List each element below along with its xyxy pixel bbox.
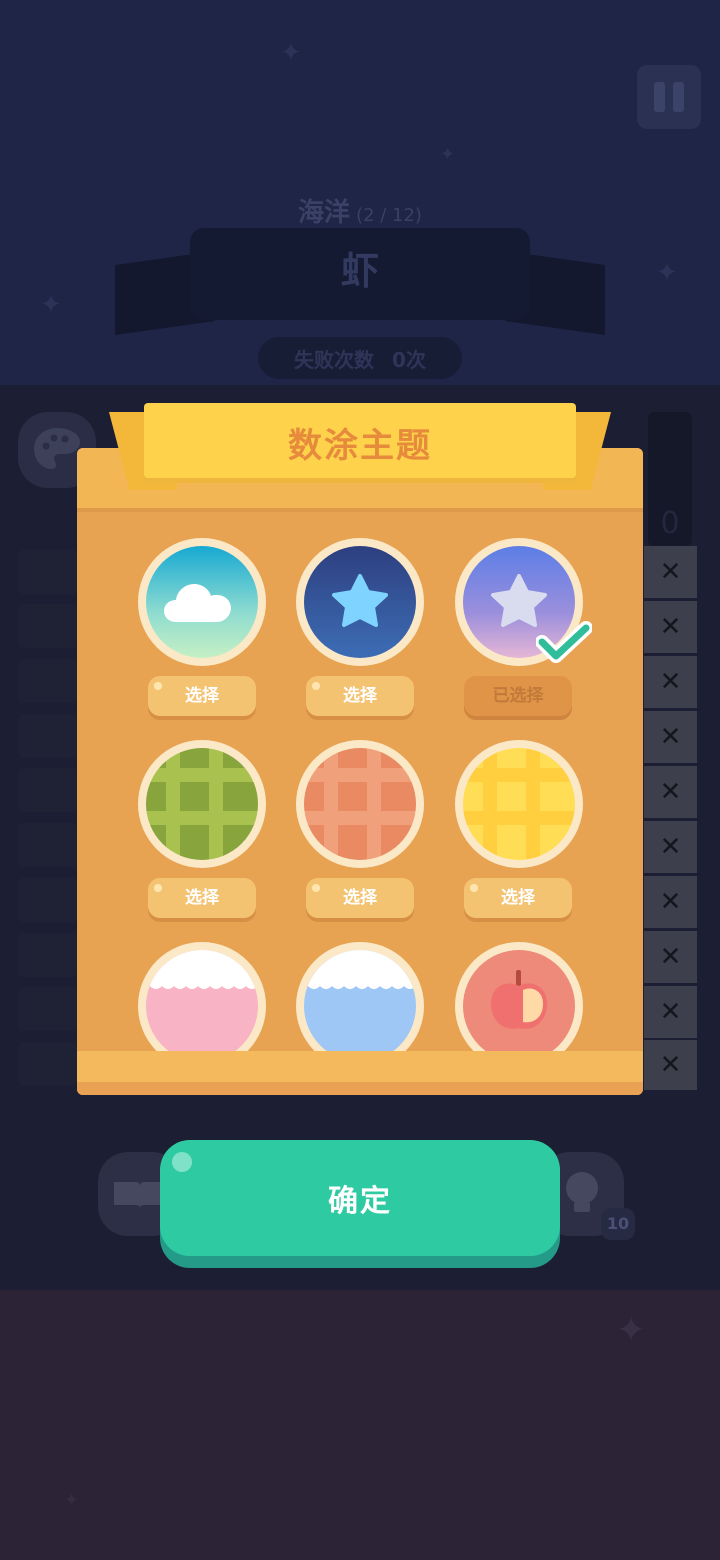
x-mark-icon[interactable]: ✕ — [644, 931, 697, 983]
select-button-theme-2[interactable]: 选择 — [306, 676, 414, 716]
x-mark-icon[interactable]: ✕ — [644, 711, 697, 763]
pause-button[interactable] — [637, 65, 701, 129]
selected-check-icon — [536, 621, 592, 663]
x-mark-icon[interactable]: ✕ — [644, 601, 697, 653]
clue-cell — [18, 823, 78, 867]
bottom-background — [0, 1290, 720, 1560]
select-button-theme-1[interactable]: 选择 — [148, 676, 256, 716]
x-mark-icon[interactable]: ✕ — [644, 986, 697, 1038]
column-clue: 0 — [648, 412, 692, 546]
sparkle-icon: ✦ — [616, 1310, 647, 1351]
x-mark-icon[interactable]: ✕ — [644, 656, 697, 708]
lace-icon — [146, 950, 258, 989]
pause-icon — [654, 82, 665, 112]
x-mark-icon[interactable]: ✕ — [644, 876, 697, 928]
clue-cell — [18, 714, 78, 758]
x-mark-icon[interactable]: ✕ — [644, 546, 697, 598]
level-progress: (2 / 12) — [356, 205, 422, 226]
select-button-theme-6[interactable]: 选择 — [464, 878, 572, 918]
sparkle-icon: ✦ — [64, 1490, 80, 1511]
clue-cell — [18, 987, 78, 1031]
clue-cell — [18, 550, 78, 594]
x-mark-icon[interactable]: ✕ — [644, 821, 697, 873]
clue-cell — [18, 768, 78, 812]
theme-yellow-plaid[interactable] — [455, 740, 583, 868]
category-name: 海洋 — [298, 198, 351, 228]
theme-cloud-sky[interactable] — [138, 538, 266, 666]
clue-cell — [18, 1042, 78, 1086]
apple-icon — [491, 970, 547, 1029]
theme-orange-plaid[interactable] — [296, 740, 424, 868]
fail-label: 失败次数 — [294, 347, 375, 372]
confirm-button[interactable]: 确定 — [160, 1140, 560, 1256]
theme-pink-lace[interactable] — [138, 942, 266, 1051]
hint-count-badge: 10 — [601, 1208, 635, 1240]
sparkle-icon: ✦ — [440, 144, 456, 165]
select-button-theme-5[interactable]: 选择 — [306, 878, 414, 918]
sparkle-icon: ✦ — [656, 258, 678, 288]
lace-icon — [304, 950, 416, 989]
level-category: 海洋 (2 / 12) — [0, 192, 720, 229]
theme-blue-lace[interactable] — [296, 942, 424, 1051]
fail-count: 0次 — [392, 347, 426, 372]
star-icon — [332, 574, 388, 627]
x-mark-icon[interactable]: ✕ — [644, 1040, 697, 1090]
cloud-icon — [164, 584, 231, 622]
puzzle-name: 虾 — [340, 249, 379, 293]
clue-cell — [18, 659, 78, 703]
theme-star-night[interactable] — [296, 538, 424, 666]
confirm-label: 确定 — [328, 1184, 392, 1219]
dialog-title: 数涂主题 — [288, 426, 432, 466]
clue-cell — [18, 878, 78, 922]
sparkle-icon: ✦ — [280, 38, 302, 68]
sparkle-icon: ✦ — [40, 290, 62, 320]
clue-cell — [18, 604, 78, 648]
select-button-theme-4[interactable]: 选择 — [148, 878, 256, 918]
clue-cell — [18, 933, 78, 977]
x-mark-icon[interactable]: ✕ — [644, 766, 697, 818]
selected-button-theme-3[interactable]: 已选择 — [464, 676, 572, 716]
theme-apple[interactable] — [455, 942, 583, 1051]
theme-green-plaid[interactable] — [138, 740, 266, 868]
fail-counter: 失败次数 0次 — [258, 337, 462, 379]
theme-row-3 — [77, 930, 643, 1051]
